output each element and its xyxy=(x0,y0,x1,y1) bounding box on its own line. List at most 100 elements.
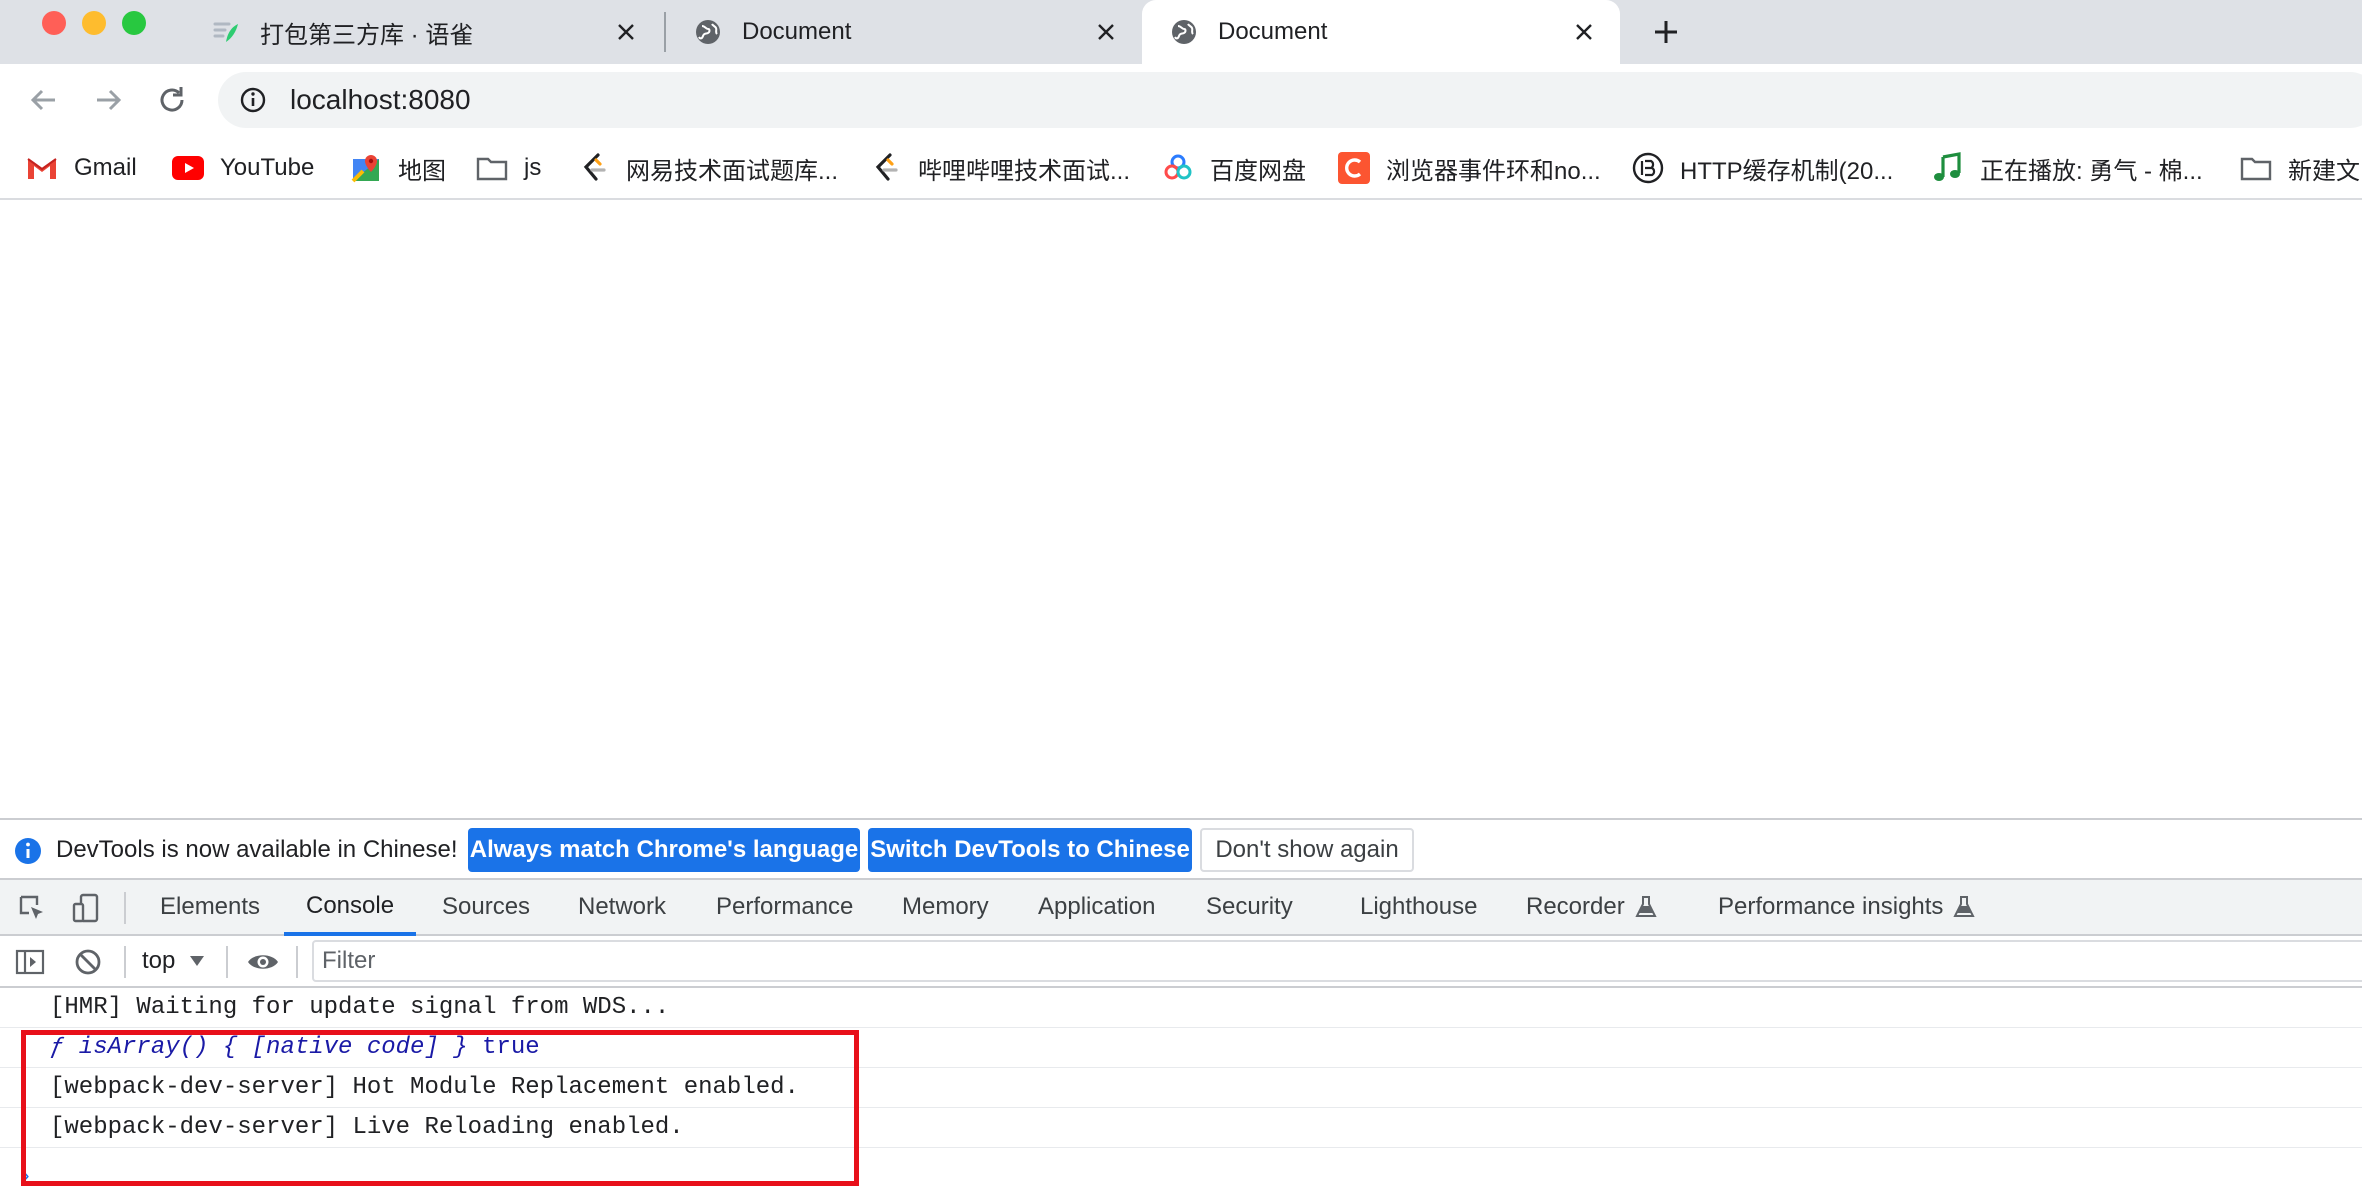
address-url: localhost:8080 xyxy=(290,84,471,115)
arrow-right-icon xyxy=(97,89,122,111)
reload-icon xyxy=(160,87,184,112)
bookmark-label: 正在播放: 勇气 - 棉... xyxy=(1980,157,2203,185)
tab-network[interactable]: Network xyxy=(578,880,666,934)
globe-icon xyxy=(694,18,722,46)
juejin-icon xyxy=(1632,152,1664,184)
inspect-element-icon[interactable] xyxy=(16,892,48,924)
youtube-icon xyxy=(172,152,204,184)
close-window-button[interactable] xyxy=(42,11,66,35)
show-console-sidebar-icon[interactable] xyxy=(14,946,46,978)
console-toolbar: top xyxy=(0,936,2362,988)
back-button[interactable] xyxy=(22,78,66,122)
tab-label: Recorder xyxy=(1526,893,1625,920)
experiment-flask-icon xyxy=(1953,896,1976,917)
yuque-icon xyxy=(212,18,240,46)
browser-toolbar: localhost:8080 xyxy=(0,64,2362,136)
tab-security[interactable]: Security xyxy=(1206,880,1293,934)
arrow-left-icon xyxy=(30,89,55,111)
address-bar[interactable]: localhost:8080 xyxy=(218,72,2362,128)
bookmark-label: 哔哩哔哩技术面试... xyxy=(918,157,1131,185)
bookmark-label: 地图 xyxy=(398,157,446,185)
bookmark-http-cache[interactable]: HTTP缓存机制(20... xyxy=(1632,148,1893,188)
bookmark-gmail[interactable]: Gmail xyxy=(26,148,137,188)
bookmark-baidu-pan[interactable]: 百度网盘 xyxy=(1162,148,1306,188)
bookmark-label: 网易技术面试题库... xyxy=(626,157,839,185)
infobar-message: DevTools is now available in Chinese! xyxy=(56,836,458,863)
close-tab-icon[interactable] xyxy=(1566,14,1602,50)
bookmark-label: 新建文 xyxy=(2288,157,2360,185)
tab-strip: 打包第三方库 · 语雀 Document Document xyxy=(0,0,2362,64)
leetcode-icon xyxy=(578,152,610,184)
bookmark-label: YouTube xyxy=(220,154,315,181)
always-match-language-button[interactable]: Always match Chrome's language xyxy=(468,828,860,872)
csdn-icon xyxy=(1338,152,1370,184)
music-icon xyxy=(1932,152,1964,184)
bookmark-bilibili-interview[interactable]: 哔哩哔哩技术面试... xyxy=(870,148,1130,188)
maximize-window-button[interactable] xyxy=(122,11,146,35)
live-expression-eye-icon[interactable] xyxy=(244,946,282,978)
close-tab-icon[interactable] xyxy=(608,14,644,50)
bookmark-netease-interview[interactable]: 网易技术面试题库... xyxy=(578,148,838,188)
site-info-icon[interactable] xyxy=(238,85,268,115)
bookmark-label: js xyxy=(524,154,542,181)
minimize-window-button[interactable] xyxy=(82,11,106,35)
tab-label: Performance insights xyxy=(1718,893,1944,920)
dont-show-again-button[interactable]: Don't show again xyxy=(1200,828,1414,872)
context-value: top xyxy=(142,947,176,974)
bookmark-label: HTTP缓存机制(20... xyxy=(1680,157,1894,185)
tab-elements[interactable]: Elements xyxy=(160,880,260,934)
execution-context-select[interactable]: top xyxy=(142,944,205,978)
baidu-pan-icon xyxy=(1162,152,1194,184)
dropdown-triangle-icon xyxy=(190,956,205,966)
console-log-line: [HMR] Waiting for update signal from WDS… xyxy=(0,988,2362,1028)
toolbar-divider xyxy=(226,946,228,978)
page-viewport[interactable] xyxy=(0,200,2362,818)
bookmark-folder-new[interactable]: 新建文 xyxy=(2240,148,2360,188)
tab-console[interactable]: Console xyxy=(284,880,417,936)
bookmark-maps[interactable]: 地图 xyxy=(350,148,446,188)
plus-icon xyxy=(1655,21,1677,43)
tab-application[interactable]: Application xyxy=(1038,880,1155,934)
bookmark-label: 百度网盘 xyxy=(1210,157,1306,185)
tab-performance-insights[interactable]: Performance insights xyxy=(1718,880,1976,934)
tab-performance[interactable]: Performance xyxy=(716,880,853,934)
leetcode-icon xyxy=(870,152,902,184)
browser-tab-1[interactable]: 打包第三方库 · 语雀 xyxy=(184,0,662,64)
clear-console-icon[interactable] xyxy=(72,946,104,978)
browser-tab-3-active[interactable]: Document xyxy=(1142,0,1620,64)
tab-lighthouse[interactable]: Lighthouse xyxy=(1360,880,1477,934)
console-filter-input[interactable] xyxy=(312,940,2362,982)
bookmarks-bar: Gmail YouTube 地图 js 网易技术面试题库... 哔哩哔哩技术面试… xyxy=(0,136,2362,200)
toolbar-divider xyxy=(296,946,298,978)
bookmark-label: Gmail xyxy=(74,154,137,181)
toolbar-divider xyxy=(124,892,126,924)
bookmark-label: 浏览器事件环和no... xyxy=(1386,157,1601,185)
close-tab-icon[interactable] xyxy=(1088,14,1124,50)
tab-title: Document xyxy=(742,18,852,45)
tab-title: Document xyxy=(1218,18,1328,45)
tab-memory[interactable]: Memory xyxy=(902,880,989,934)
experiment-flask-icon xyxy=(1635,896,1657,917)
devtools-language-infobar: DevTools is now available in Chinese! Al… xyxy=(0,818,2362,880)
bookmark-folder-js[interactable]: js xyxy=(476,148,541,188)
maps-icon xyxy=(350,152,382,184)
forward-button[interactable] xyxy=(86,78,130,122)
gmail-icon xyxy=(26,152,58,184)
switch-to-chinese-button[interactable]: Switch DevTools to Chinese xyxy=(868,828,1192,872)
device-toolbar-icon[interactable] xyxy=(70,892,102,924)
browser-tab-2[interactable]: Document xyxy=(666,0,1142,64)
new-tab-button[interactable] xyxy=(1646,12,1686,52)
bookmark-event-loop[interactable]: 浏览器事件环和no... xyxy=(1338,148,1601,188)
tab-sources[interactable]: Sources xyxy=(442,880,530,934)
tab-recorder[interactable]: Recorder xyxy=(1526,880,1657,934)
folder-icon xyxy=(2240,152,2272,184)
toolbar-divider xyxy=(124,946,126,978)
tab-title: 打包第三方库 · 语雀 xyxy=(260,21,474,49)
info-icon xyxy=(15,838,41,864)
folder-icon xyxy=(476,152,508,184)
red-highlight-annotation xyxy=(21,1030,859,1186)
bookmark-now-playing[interactable]: 正在播放: 勇气 - 棉... xyxy=(1932,148,2203,188)
reload-button[interactable] xyxy=(150,78,194,122)
bookmark-youtube[interactable]: YouTube xyxy=(172,148,314,188)
globe-icon xyxy=(1170,18,1198,46)
